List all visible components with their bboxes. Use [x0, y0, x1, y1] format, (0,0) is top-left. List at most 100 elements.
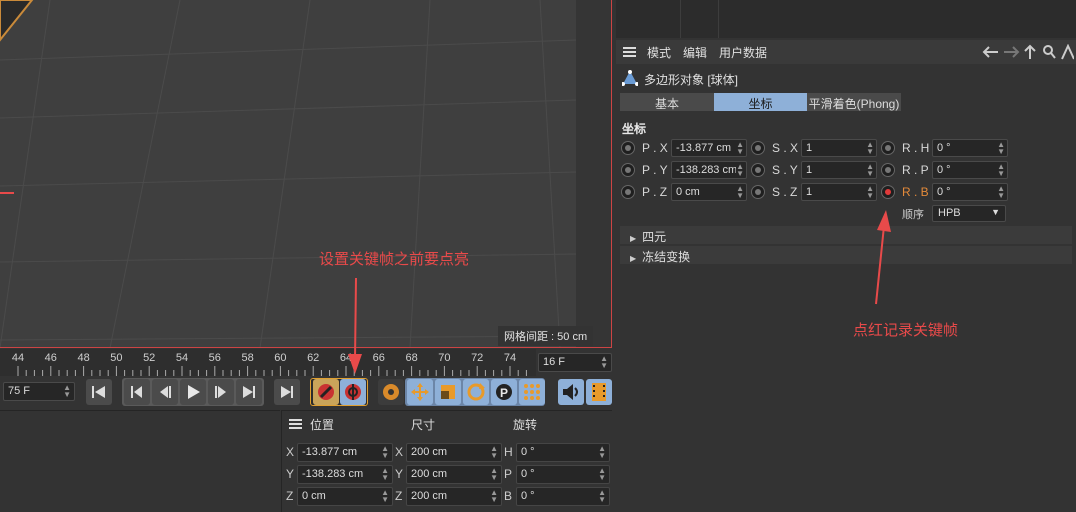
- label-py: P . Y: [642, 163, 668, 177]
- go-to-start-button[interactable]: [86, 379, 112, 405]
- spin-arrows-icon[interactable]: ▲ ▼: [381, 489, 389, 504]
- rot-b-field[interactable]: 0 ° ▲ ▼: [516, 487, 610, 506]
- group-freeze-transform[interactable]: ▶ 冻结变换: [620, 246, 1072, 264]
- spin-arrows-icon[interactable]: ▲ ▼: [736, 141, 744, 156]
- end-frame-field[interactable]: 16 F ▲ ▼: [538, 353, 612, 372]
- tab-coord[interactable]: 坐标: [714, 93, 807, 111]
- spin-arrows-icon[interactable]: ▲ ▼: [997, 185, 1005, 200]
- pos-x-value: -13.877 cm: [302, 446, 358, 458]
- order-select[interactable]: HPB ▼: [932, 205, 1006, 222]
- rot-p-field[interactable]: 0 ° ▲ ▼: [516, 465, 610, 484]
- play-button[interactable]: [180, 379, 206, 405]
- size-y-label: Y: [395, 467, 404, 481]
- field-pz[interactable]: 0 cm ▲ ▼: [671, 183, 747, 201]
- chevron-down-icon: ▼: [991, 207, 1000, 217]
- object-manager-area: [0, 410, 280, 512]
- rot-h-field[interactable]: 0 ° ▲ ▼: [516, 443, 610, 462]
- pos-x-field[interactable]: -13.877 cm ▲ ▼: [297, 443, 393, 462]
- value-sx: 1: [806, 142, 813, 154]
- keyframe-toggle-rh[interactable]: [881, 141, 895, 155]
- previous-frame-button[interactable]: [152, 379, 178, 405]
- spin-arrows-icon[interactable]: ▲ ▼: [997, 141, 1005, 156]
- keyframe-selection-button[interactable]: [378, 379, 404, 405]
- size-z-field[interactable]: 200 cm ▲ ▼: [406, 487, 502, 506]
- keyframe-toggle-py[interactable]: [621, 163, 635, 177]
- size-y-value: 200 cm: [411, 468, 448, 480]
- field-sy[interactable]: 1 ▲ ▼: [801, 161, 877, 179]
- current-frame-field[interactable]: 75 F ▲ ▼: [3, 382, 75, 401]
- field-sx[interactable]: 1 ▲ ▼: [801, 139, 877, 157]
- parameter-key-button[interactable]: P: [491, 379, 517, 405]
- timeline-ruler[interactable]: 44 46 48 50 52 54 56 58 60 62 64 66 68 70 72 74: [0, 349, 536, 376]
- scale-key-button[interactable]: [435, 379, 461, 405]
- record-active-objects-button[interactable]: [313, 379, 339, 405]
- field-rp[interactable]: 0 ° ▲ ▼: [932, 161, 1008, 179]
- pos-y-field[interactable]: -138.283 cm ▲ ▼: [297, 465, 393, 484]
- label-sz: S . Z: [772, 185, 798, 199]
- menu-mode[interactable]: 模式: [647, 44, 671, 61]
- keyframe-toggle-rp[interactable]: [881, 163, 895, 177]
- field-sz[interactable]: 1 ▲ ▼: [801, 183, 877, 201]
- spin-arrows-icon[interactable]: ▲ ▼: [381, 445, 389, 460]
- spin-arrows-icon[interactable]: ▲ ▼: [598, 489, 606, 504]
- size-y-field[interactable]: 200 cm ▲ ▼: [406, 465, 502, 484]
- spin-arrows-icon[interactable]: ▲ ▼: [381, 467, 389, 482]
- record-key-icon: [318, 384, 334, 400]
- field-px[interactable]: -13.877 cm ▲ ▼: [671, 139, 747, 157]
- next-frame-icon: [215, 386, 226, 398]
- keyframe-toggle-sy[interactable]: [751, 163, 765, 177]
- menu-icon[interactable]: [289, 419, 302, 429]
- rotate-key-button[interactable]: [463, 379, 489, 405]
- previous-key-button[interactable]: [124, 379, 150, 405]
- go-to-end-icon: [243, 386, 255, 398]
- field-rh[interactable]: 0 ° ▲ ▼: [932, 139, 1008, 157]
- keyframe-record-rb[interactable]: [881, 185, 895, 199]
- spin-arrows-icon[interactable]: ▲ ▼: [736, 163, 744, 178]
- 3d-viewport[interactable]: 网格间距 : 50 cm: [0, 0, 612, 348]
- label-pz: P . Z: [642, 185, 668, 199]
- spin-arrows-icon[interactable]: ▲ ▼: [490, 467, 498, 482]
- keyframe-toggle-sz[interactable]: [751, 185, 765, 199]
- parameter-p-icon: P: [496, 384, 512, 400]
- sound-button[interactable]: [558, 379, 584, 405]
- go-to-end-button[interactable]: [236, 379, 262, 405]
- go-to-next-marker-button[interactable]: [274, 379, 300, 405]
- tab-phong[interactable]: 平滑着色(Phong): [807, 93, 901, 111]
- triangle-right-icon: ▶: [630, 234, 637, 243]
- keyframe-toggle-pz[interactable]: [621, 185, 635, 199]
- viewport-side-strip: [576, 0, 611, 347]
- move-key-button[interactable]: [407, 379, 433, 405]
- field-rb[interactable]: 0 ° ▲ ▼: [932, 183, 1008, 201]
- menu-edit[interactable]: 编辑: [683, 44, 707, 61]
- keyframe-toggle-px[interactable]: [621, 141, 635, 155]
- spin-arrows-icon[interactable]: ▲ ▼: [490, 489, 498, 504]
- spin-arrows-icon[interactable]: ▲ ▼: [63, 384, 71, 399]
- forward-arrow-icon: [1004, 46, 1020, 58]
- menu-user-data[interactable]: 用户数据: [719, 44, 767, 61]
- spin-arrows-icon[interactable]: ▲ ▼: [600, 355, 608, 370]
- keyframe-toggle-sx[interactable]: [751, 141, 765, 155]
- size-x-field[interactable]: 200 cm ▲ ▼: [406, 443, 502, 462]
- ruler-tick-label: 46: [44, 352, 57, 364]
- label-sx: S . X: [772, 141, 799, 155]
- spin-arrows-icon[interactable]: ▲ ▼: [866, 185, 874, 200]
- tab-basic[interactable]: 基本: [620, 93, 714, 111]
- pos-z-field[interactable]: 0 cm ▲ ▼: [297, 487, 393, 506]
- attribute-manager: 模式 编辑 用户数据 多边形对象 [球体] 基本 坐标 平滑着色(Phong) …: [616, 40, 1076, 512]
- spin-arrows-icon[interactable]: ▲ ▼: [866, 163, 874, 178]
- spin-arrows-icon[interactable]: ▲ ▼: [598, 467, 606, 482]
- next-frame-button[interactable]: [208, 379, 234, 405]
- point-level-key-button[interactable]: [519, 379, 545, 405]
- spin-arrows-icon[interactable]: ▲ ▼: [490, 445, 498, 460]
- autokeying-button[interactable]: [340, 379, 366, 405]
- menu-icon[interactable]: [623, 47, 636, 57]
- size-z-label: Z: [395, 489, 403, 503]
- group-quaternion[interactable]: ▶ 四元: [620, 226, 1072, 244]
- spin-arrows-icon[interactable]: ▲ ▼: [997, 163, 1005, 178]
- field-py[interactable]: -138.283 cm ▲ ▼: [671, 161, 747, 179]
- spin-arrows-icon[interactable]: ▲ ▼: [736, 185, 744, 200]
- film-button[interactable]: [586, 379, 612, 405]
- spin-arrows-icon[interactable]: ▲ ▼: [598, 445, 606, 460]
- rot-b-value: 0 °: [521, 490, 535, 502]
- spin-arrows-icon[interactable]: ▲ ▼: [866, 141, 874, 156]
